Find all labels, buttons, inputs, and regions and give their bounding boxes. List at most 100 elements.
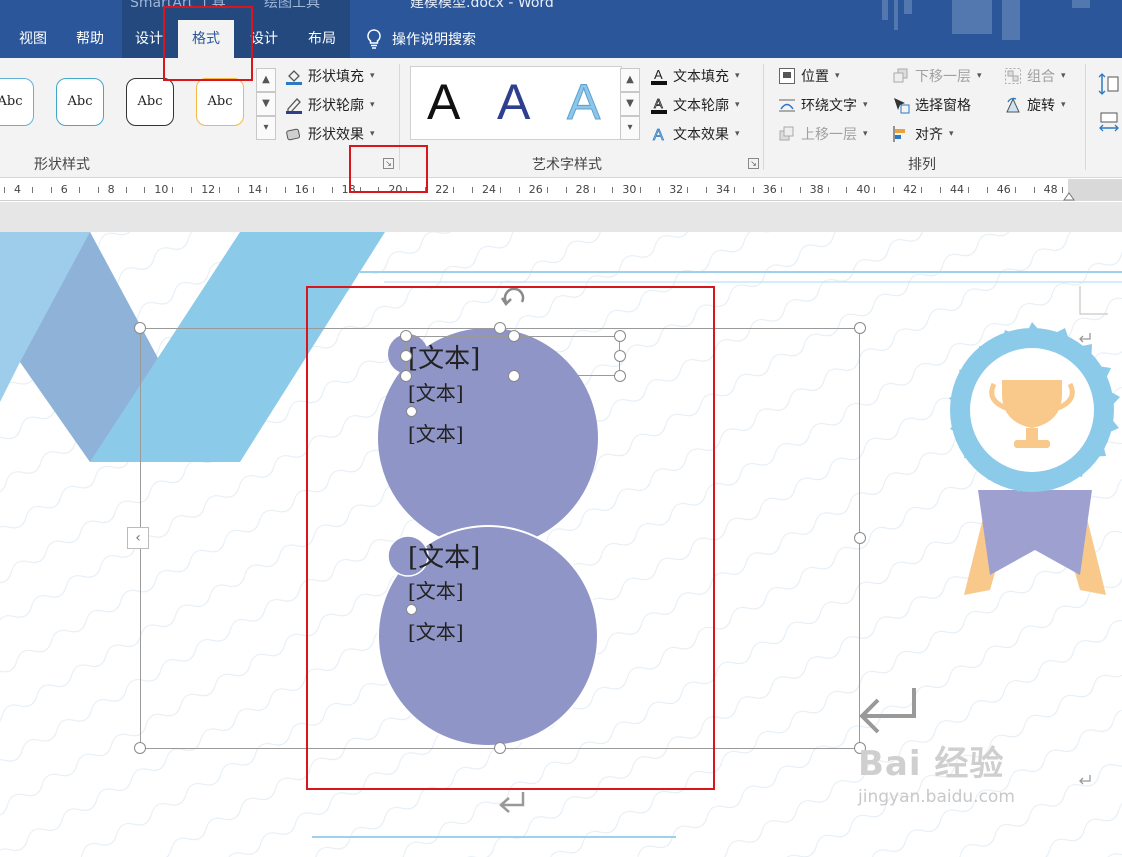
send-backward-label: 下移一层 [915, 69, 971, 85]
textbox-handle-left[interactable] [400, 350, 412, 362]
tab-smartart-design[interactable]: 设计 [124, 20, 174, 58]
wordart-sample-light[interactable]: A [566, 73, 600, 131]
textbox-handle-top-right[interactable] [614, 330, 626, 342]
ruler-number: 42 [903, 183, 918, 196]
shape-style-thumb-3[interactable]: Abc [126, 78, 174, 126]
ruler-tick [640, 187, 642, 193]
tell-me-search[interactable]: 操作说明搜索 [366, 20, 476, 58]
shape-styles-dialog-launcher[interactable]: ↘ [383, 158, 394, 169]
ruler-tick [453, 187, 455, 193]
text-outline-label: 文本轮廓 [673, 98, 729, 114]
smartart-selection-frame[interactable] [140, 328, 860, 749]
tab-view[interactable]: 视图 [8, 20, 58, 58]
group-objects-button[interactable]: 组合 ▾ [1004, 64, 1066, 88]
position-button[interactable]: 位置 ▾ [778, 64, 840, 88]
shape-fill-button[interactable]: 形状填充 ▾ [285, 64, 375, 88]
wrap-text-label: 环绕文字 [801, 98, 857, 114]
shape-style-thumb-2[interactable]: Abc [56, 78, 104, 126]
bring-forward-icon [779, 126, 794, 141]
resize-handle-top[interactable] [494, 322, 506, 334]
wrap-text-button[interactable]: 环绕文字 ▾ [778, 93, 868, 117]
ruler-number: 14 [248, 183, 262, 196]
textbox-handle-bottom-right[interactable] [614, 370, 626, 382]
shape-gallery-scroll-down[interactable]: ▼ [256, 92, 276, 116]
ruler-number: 12 [201, 183, 216, 196]
ruler-number: 26 [528, 183, 543, 196]
align-button[interactable]: 对齐 ▾ [892, 122, 954, 146]
textbox-handle-top[interactable] [508, 330, 520, 342]
ruler-tick [752, 187, 754, 193]
ruler-tick [940, 187, 941, 193]
wordart-sample-black[interactable]: A [427, 73, 460, 131]
ruler-number: 4 [14, 183, 21, 196]
rotate-handle-icon[interactable] [498, 284, 530, 310]
text-pane-toggle-button[interactable]: ‹ [127, 527, 149, 549]
bring-forward-button[interactable]: 上移一层 ▾ [778, 122, 868, 146]
horizontal-ruler[interactable]: 4 6 8 10 12 14 16 18 20 22 24 26 28 30 32 34 36 38 40 42 44 4… [0, 179, 1122, 201]
shape-style-thumb-1[interactable]: Abc [0, 78, 34, 126]
shape-outline-button[interactable]: 形状轮廓 ▾ [285, 93, 375, 117]
shape-width-icon[interactable] [1098, 110, 1120, 134]
bullet-anchor-handle[interactable] [406, 604, 417, 615]
ruler-tick [144, 187, 146, 193]
shape-style-thumb-4[interactable]: Abc [196, 78, 244, 126]
ruler-tick [238, 187, 239, 193]
shape-height-icon[interactable] [1098, 72, 1120, 96]
rotate-button[interactable]: 旋转 ▾ [1004, 93, 1066, 117]
right-indent-marker-icon[interactable] [1063, 191, 1075, 201]
selection-pane-button[interactable]: 选择窗格 [892, 93, 971, 117]
wordart-sample-blue[interactable]: A [497, 73, 530, 131]
wordart-styles-dialog-launcher[interactable]: ↘ [748, 158, 759, 169]
document-title: 建模模型.docx - Word [410, 0, 554, 11]
resize-handle-top-left[interactable] [134, 322, 146, 334]
ruler-number: 20 [388, 183, 403, 196]
text-fill-button[interactable]: A 文本填充 ▾ [650, 64, 740, 88]
ruler-number: 10 [154, 183, 169, 196]
textbox-handle-right[interactable] [614, 350, 626, 362]
shape-styles-group-label: 形状样式 [34, 157, 90, 173]
baidu-watermark: Bai 经验 jingyan.baidu.com [858, 736, 1015, 807]
ruler-tick [659, 187, 661, 193]
ruler-number: 48 [1043, 183, 1058, 196]
bullet-anchor-handle[interactable] [406, 406, 417, 417]
text-effects-button[interactable]: A 文本效果 ▾ [650, 122, 740, 146]
chevron-down-icon: ▾ [835, 71, 840, 81]
ruler-tick [612, 187, 614, 193]
shape-effects-icon [286, 128, 301, 141]
text-outline-icon: A [651, 96, 667, 114]
resize-handle-bottom[interactable] [494, 742, 506, 754]
shape-gallery-more[interactable]: ▾ [256, 116, 276, 140]
tab-help[interactable]: 帮助 [64, 20, 116, 58]
ruler-number: 24 [482, 183, 496, 196]
shape-effects-button[interactable]: 形状效果 ▾ [285, 122, 375, 146]
ruler-number: 38 [809, 183, 824, 196]
text-outline-button[interactable]: A 文本轮廓 ▾ [650, 93, 740, 117]
ruler-tick [472, 187, 473, 193]
watermark-url: jingyan.baidu.com [858, 787, 1015, 807]
text-effects-icon: A [653, 127, 665, 143]
resize-handle-bottom-left[interactable] [134, 742, 146, 754]
group-divider [763, 64, 764, 170]
wordart-gallery-scroll-up[interactable]: ▲ [620, 68, 640, 92]
resize-handle-right[interactable] [854, 532, 866, 544]
ruler-tick [565, 187, 567, 193]
wordart-gallery-scroll-down[interactable]: ▼ [620, 92, 640, 116]
tell-me-label: 操作说明搜索 [392, 32, 476, 48]
shape-gallery-scroll-up[interactable]: ▲ [256, 68, 276, 92]
ruler-number: 46 [996, 183, 1011, 196]
ruler-tick [406, 187, 408, 193]
svg-text:A: A [654, 96, 663, 111]
tab-layout[interactable]: 布局 [298, 20, 346, 58]
ribbon: Abc Abc Abc Abc ▲ ▼ ▾ 形状填充 ▾ 形状轮廓 ▾ 形状效果 ▾ … [0, 58, 1122, 178]
smartart-tools-label: SmartArt 工具 [130, 0, 226, 11]
wordart-gallery-more[interactable]: ▾ [620, 116, 640, 140]
resize-handle-top-right[interactable] [854, 322, 866, 334]
textbox-handle-bottom-left[interactable] [400, 370, 412, 382]
ruler-tick [734, 187, 735, 193]
textbox-handle-bottom[interactable] [508, 370, 520, 382]
textbox-handle-top-left[interactable] [400, 330, 412, 342]
tab-table-design[interactable]: 设计 [242, 20, 286, 58]
tab-format[interactable]: 格式 [178, 20, 234, 58]
send-backward-button[interactable]: 下移一层 ▾ [892, 64, 982, 88]
paragraph-return-mark-icon [859, 688, 916, 734]
